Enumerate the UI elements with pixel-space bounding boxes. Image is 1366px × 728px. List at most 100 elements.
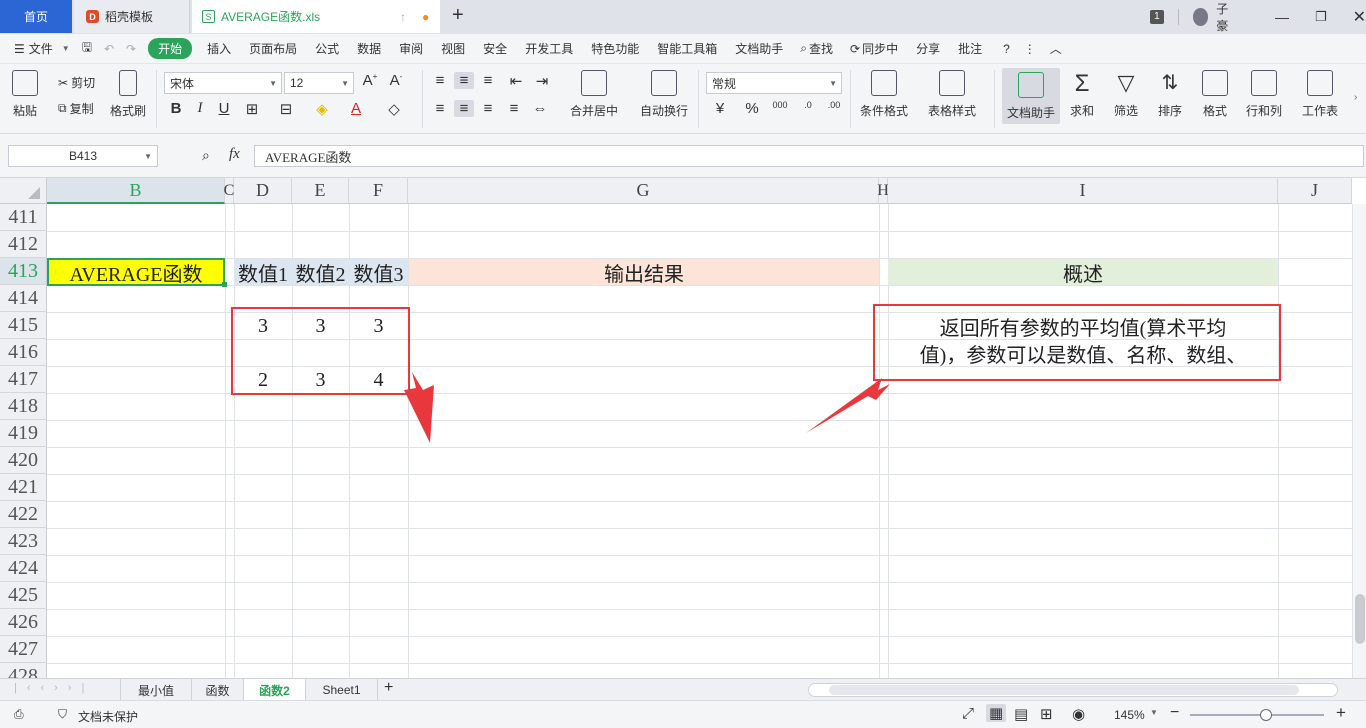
worksheet-button[interactable]: 工作表 [1302, 70, 1338, 119]
cell-style-icon[interactable]: ⊟ [276, 100, 296, 118]
menu-share[interactable]: 分享 [907, 40, 949, 57]
currency-icon[interactable]: ¥ [710, 100, 730, 117]
rows-cols-button[interactable]: 行和列 [1246, 70, 1282, 119]
border-icon[interactable]: ⊞ [242, 100, 262, 118]
zoom-in-button[interactable]: + [1336, 703, 1346, 723]
formula-input[interactable]: AVERAGE函数 [254, 145, 1364, 167]
menu-features[interactable]: 特色功能 [582, 40, 648, 57]
sheet-tab[interactable]: 最小值 [120, 679, 192, 701]
increase-font-icon[interactable]: A+ [360, 72, 380, 89]
thousands-icon[interactable]: 000 [770, 100, 790, 110]
menu-sync[interactable]: 同步中 [860, 40, 907, 57]
scrollbar-thumb[interactable] [829, 685, 1299, 695]
menu-hamburger-icon[interactable]: ☰ [0, 42, 29, 56]
menu-page-layout[interactable]: 页面布局 [240, 40, 306, 57]
scrollbar-thumb[interactable] [1355, 594, 1365, 644]
menu-view[interactable]: 视图 [432, 40, 474, 57]
upload-arrow-icon[interactable]: ↑ [400, 10, 406, 24]
bold-icon[interactable]: B [166, 100, 186, 117]
menu-start[interactable]: 开始 [148, 38, 193, 59]
align-right-icon[interactable]: ≡ [478, 100, 498, 117]
fx-icon[interactable]: fx [229, 146, 240, 163]
collapse-ribbon-icon[interactable]: ︿ [1050, 40, 1062, 57]
font-name-select[interactable]: 宋体 ▼ [164, 72, 282, 94]
menu-comment[interactable]: 批注 [949, 40, 991, 57]
page-break-icon[interactable]: ⊞ [1040, 705, 1053, 723]
spreadsheet-grid[interactable]: B C D E F G H I J 411 412 413 414 415 41… [0, 178, 1366, 678]
clear-icon[interactable]: ◇ [384, 100, 404, 118]
sort-button[interactable]: ⇅ 排序 [1158, 70, 1182, 119]
name-box[interactable]: B413 ▼ [8, 145, 158, 167]
minimize-icon[interactable]: — [1275, 9, 1289, 25]
align-center-icon[interactable]: ≡ [454, 100, 474, 117]
decrease-font-icon[interactable]: A- [386, 72, 406, 89]
window-count-badge[interactable]: 1 [1150, 9, 1164, 24]
copy-button[interactable]: ⧉ 复制 [58, 100, 94, 117]
macro-icon[interactable]: ⎙ [14, 707, 24, 722]
close-icon[interactable]: ✕ [1353, 7, 1366, 27]
ribbon-scroll-right-icon[interactable]: › [1354, 92, 1357, 103]
doc-assistant-button[interactable]: 文档助手 [1002, 68, 1060, 124]
help-icon[interactable]: ? [1003, 42, 1010, 56]
zoom-slider[interactable] [1190, 714, 1324, 716]
fill-color-icon[interactable]: ◈ [312, 100, 332, 118]
menu-insert[interactable]: 插入 [198, 40, 240, 57]
undo-icon[interactable]: ↶ [104, 42, 114, 56]
paste-button[interactable]: 粘贴 [12, 70, 38, 119]
menu-doc-assistant[interactable]: 文档助手 [726, 40, 792, 57]
justify-icon[interactable]: ≡ [504, 100, 524, 117]
tab-template[interactable]: D 稻壳模板 [74, 0, 190, 33]
menu-formula[interactable]: 公式 [306, 40, 348, 57]
vertical-scrollbar[interactable] [1352, 204, 1366, 678]
align-top-icon[interactable]: ≡ [430, 72, 450, 89]
outdent-icon[interactable]: ⇤ [506, 72, 526, 90]
indent-icon[interactable]: ⇥ [532, 72, 552, 90]
merge-center-button[interactable]: 合并居中 [570, 70, 618, 119]
font-size-select[interactable]: 12 ▼ [284, 72, 354, 94]
new-tab-button[interactable]: + [452, 4, 464, 27]
font-color-icon[interactable]: A [346, 100, 366, 117]
format-button[interactable]: 格式 [1202, 70, 1228, 119]
align-middle-icon[interactable]: ≡ [454, 72, 474, 89]
menu-smart-tools[interactable]: 智能工具箱 [648, 40, 726, 57]
conditional-format-button[interactable]: 条件格式 [860, 70, 908, 119]
menu-file[interactable]: 文件 [29, 40, 62, 57]
fullscreen-icon[interactable]: ⤢ [962, 705, 974, 722]
doc-protect-status[interactable]: 文档未保护 [78, 708, 138, 725]
underline-icon[interactable]: U [214, 100, 234, 117]
sum-button[interactable]: Σ 求和 [1070, 70, 1094, 119]
sheet-tab-active[interactable]: 函数2 [244, 679, 306, 701]
horizontal-scrollbar[interactable] [808, 683, 1338, 697]
eye-protect-icon[interactable]: ◉ [1072, 705, 1085, 723]
user-name[interactable]: 子豪 [1216, 0, 1237, 34]
restore-icon[interactable]: ❐ [1315, 9, 1327, 25]
menu-developer[interactable]: 开发工具 [516, 40, 582, 57]
italic-icon[interactable]: I [190, 100, 210, 117]
tab-file[interactable]: S AVERAGE函数.xls ↑ ● [192, 0, 440, 33]
percent-icon[interactable]: % [742, 100, 762, 117]
distribute-icon[interactable]: ⇔ [530, 100, 550, 117]
menu-data[interactable]: 数据 [348, 40, 390, 57]
sheet-tab[interactable]: Sheet1 [306, 679, 378, 701]
menu-review[interactable]: 审阅 [390, 40, 432, 57]
sheet-tab[interactable]: 函数 [192, 679, 244, 701]
align-left-icon[interactable]: ≡ [430, 100, 450, 117]
sheet-nav-arrows-icon[interactable]: |‹‹››| [14, 682, 94, 694]
redo-icon[interactable]: ↷ [126, 42, 136, 56]
align-bottom-icon[interactable]: ≡ [478, 72, 498, 89]
decrease-decimal-icon[interactable]: .00 [824, 100, 844, 110]
number-format-select[interactable]: 常规 ▼ [706, 72, 842, 94]
format-painter-button[interactable]: 格式刷 [110, 70, 146, 119]
menu-find[interactable]: 查找 [807, 40, 842, 57]
zoom-slider-thumb[interactable] [1260, 709, 1272, 721]
table-style-button[interactable]: 表格样式 [928, 70, 976, 119]
chevron-down-icon[interactable]: ▼ [1150, 708, 1158, 717]
filter-button[interactable]: ▽ 筛选 [1114, 70, 1138, 119]
save-icon[interactable]: 🖫 [82, 38, 92, 59]
page-layout-icon[interactable]: ▤ [1014, 705, 1028, 723]
zoom-formula-icon[interactable]: ⌕ [202, 147, 210, 164]
zoom-out-button[interactable]: − [1170, 704, 1179, 722]
cut-button[interactable]: ✂ 剪切 [58, 74, 95, 91]
menu-security[interactable]: 安全 [474, 40, 516, 57]
more-icon[interactable]: ⋮ [1024, 42, 1036, 56]
